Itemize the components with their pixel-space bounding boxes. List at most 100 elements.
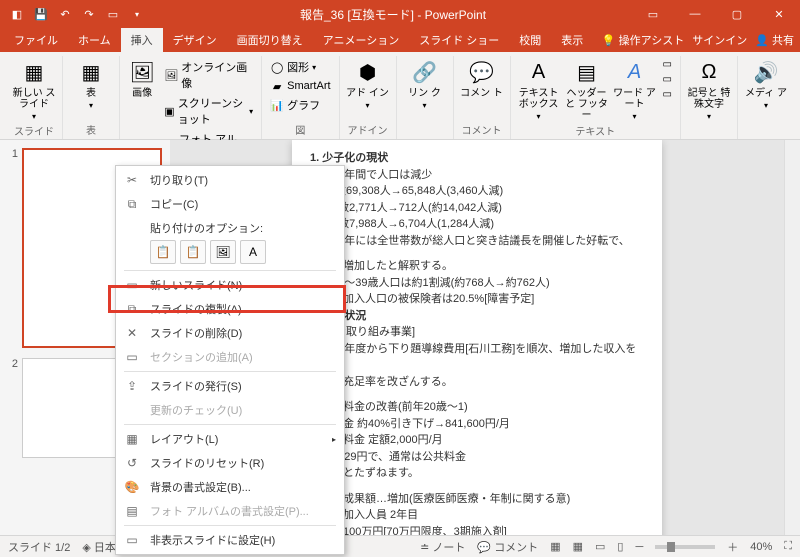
header-footer-button[interactable]: ▤ヘッダーと フッター <box>565 56 609 121</box>
maximize-button[interactable]: ▢ <box>716 0 758 28</box>
paste-keep-source-icon[interactable]: 📋 <box>150 240 176 264</box>
tell-me[interactable]: 💡 操作アシスト <box>602 32 684 48</box>
page-text: 2. 財政状況 <box>310 308 644 325</box>
cm-copy[interactable]: ⧉コピー(C) <box>116 192 344 216</box>
cm-publish-slide[interactable]: ⇪スライドの発行(S) <box>116 374 344 398</box>
cm-duplicate-slide[interactable]: ⧉スライドの複製(A) <box>116 297 344 321</box>
view-sorter-icon[interactable]: ▦ <box>573 540 583 553</box>
view-normal-icon[interactable]: ▦ <box>550 540 560 553</box>
shapes-icon: ◯ <box>270 60 284 74</box>
wordart-icon: A <box>621 58 649 86</box>
table-button[interactable]: ▦表▾ <box>69 56 113 110</box>
screenshot-icon: ▣ <box>164 104 174 118</box>
group-addins-label: アドイン <box>348 120 388 139</box>
zoom-in-button[interactable]: ＋ <box>727 539 738 555</box>
wordart-button[interactable]: Aワード アート▾ <box>613 56 657 121</box>
paste-picture-icon[interactable]: 🖼 <box>210 240 236 264</box>
group-comment-label: コメント <box>462 120 502 139</box>
tab-view[interactable]: 表示 <box>551 28 593 52</box>
paste-text-icon[interactable]: A <box>240 240 266 264</box>
page-text: 月額2229円で、通常は公共料金 <box>310 449 644 466</box>
cm-delete-slide[interactable]: ✕スライドの削除(D) <box>116 321 344 345</box>
text-more-3[interactable]: ▭ <box>661 88 674 101</box>
page-text: ・20歳～39歳人口は約1割減(約768人→約762人) <box>310 275 644 292</box>
close-button[interactable]: ✕ <box>758 0 800 28</box>
page-text: 1. 少子化の現状 <box>310 150 644 167</box>
shapes-button[interactable]: ◯図形▾ <box>268 58 332 76</box>
paste-use-dest-icon[interactable]: 📋 <box>180 240 206 264</box>
new-slide-button[interactable]: ▦新しい スライド▾ <box>12 56 56 121</box>
page-text: 年 少 数7,988人→6,704人(1,284人減) <box>310 216 644 233</box>
chart-button[interactable]: 📊グラフ <box>268 96 332 114</box>
undo-icon[interactable]: ↶ <box>54 3 76 25</box>
zoom-level[interactable]: 40% <box>750 541 772 553</box>
smartart-icon: ▰ <box>270 79 284 93</box>
ribbon-options-icon[interactable]: ▭ <box>632 0 674 28</box>
text-more-2[interactable]: ▭ <box>661 73 674 86</box>
symbol-icon: Ω <box>695 58 723 86</box>
window-title: 報告_36 [互換モード] - PowerPoint <box>154 6 632 23</box>
picture-icon: 🖼 <box>128 58 156 86</box>
cm-reset-slide[interactable]: ↺スライドのリセット(R) <box>116 451 344 475</box>
delete-icon: ✕ <box>124 326 140 340</box>
page-text: 平成14年には全世帯数が総人口と突き詰議長を開催した好転で、 <box>310 233 644 250</box>
online-picture-icon: 🖼 <box>164 68 178 82</box>
zoom-out-button[interactable]: ─ <box>635 541 643 553</box>
cm-new-slide[interactable]: ▭新しいスライド(N) <box>116 273 344 297</box>
cm-hide-slide[interactable]: ▭非表示スライドに設定(H) <box>116 528 344 552</box>
tab-file[interactable]: ファイル <box>4 28 68 52</box>
fit-to-window-icon[interactable]: ⛶ <box>784 540 792 553</box>
reset-icon: ↺ <box>124 456 140 470</box>
thumb-number: 1 <box>4 148 18 348</box>
view-reading-icon[interactable]: ▭ <box>595 540 605 553</box>
screenshot-button[interactable]: ▣スクリーンショット▾ <box>162 94 255 128</box>
vertical-scrollbar[interactable] <box>784 140 800 535</box>
slide-canvas[interactable]: 1. 少子化の現状 過去10年間で人口は減少 年 総数69,308人→65,84… <box>292 140 662 535</box>
tab-animation[interactable]: アニメーション <box>313 28 410 52</box>
status-slide-count[interactable]: スライド 1/2 <box>8 539 70 555</box>
link-button[interactable]: 🔗リン ク▾ <box>403 56 447 110</box>
qat-customize-icon[interactable]: ▾ <box>126 3 148 25</box>
page-text: [新たな取り組み事業] <box>310 324 644 341</box>
pictures-button[interactable]: 🖼画像 <box>126 56 158 99</box>
tab-design[interactable]: デザイン <box>163 28 227 52</box>
textbox-button[interactable]: Aテキスト ボックス▾ <box>517 56 561 121</box>
zoom-slider[interactable] <box>655 545 715 549</box>
smartart-button[interactable]: ▰SmartArt <box>268 78 332 94</box>
addins-button[interactable]: ⬢アド イン▾ <box>346 56 390 110</box>
group-text-label: テキスト <box>575 121 615 140</box>
redo-icon[interactable]: ↷ <box>78 3 100 25</box>
signin-link[interactable]: サインイン <box>692 32 747 48</box>
text-more-1[interactable]: ▭ <box>661 58 674 71</box>
share-button[interactable]: 👤 共有 <box>755 32 794 48</box>
comment-button[interactable]: 💬コメン ト <box>460 56 504 99</box>
page-text: 減ったとたずねます。 <box>310 465 644 482</box>
start-slideshow-icon[interactable]: ▭ <box>102 3 124 25</box>
group-illustrations-label: 図 <box>295 120 305 139</box>
tab-home[interactable]: ホーム <box>68 28 121 52</box>
cm-cut[interactable]: ✂切り取り(T) <box>116 168 344 192</box>
layout-icon: ▦ <box>124 432 140 446</box>
page-text: ・一人成果額…増加(医療医師医療・年制に関する意) <box>310 491 644 508</box>
tab-review[interactable]: 校閲 <box>509 28 551 52</box>
page-text: 中 年 数2,771人→712人(約14,042人減) <box>310 200 644 217</box>
tab-insert[interactable]: 挿入 <box>121 28 163 52</box>
tab-slideshow[interactable]: スライド ショー <box>409 28 509 52</box>
cm-layout[interactable]: ▦レイアウト(L)▸ <box>116 427 344 451</box>
status-comments-button[interactable]: 💬 コメント <box>477 539 538 555</box>
page-text: ・新規加入人員 2年目 <box>310 507 644 524</box>
background-icon: 🎨 <box>124 480 140 494</box>
symbol-button[interactable]: Ω記号と 特殊文字▾ <box>687 56 731 121</box>
media-button[interactable]: 🔊メディ ア▾ <box>744 56 788 110</box>
save-icon[interactable]: 💾 <box>30 3 52 25</box>
comment-icon: 💬 <box>468 58 496 86</box>
minimize-button[interactable]: — <box>674 0 716 28</box>
view-slideshow-icon[interactable]: ▯ <box>617 540 623 553</box>
status-notes-button[interactable]: ≐ ノート <box>420 539 465 555</box>
page-text: 水道料金 約40%引き下げ→841,600円/月 <box>310 416 644 433</box>
publish-icon: ⇪ <box>124 379 140 393</box>
tab-transition[interactable]: 画面切り替え <box>227 28 313 52</box>
online-pictures-button[interactable]: 🖼オンライン画像 <box>162 58 255 92</box>
cm-format-background[interactable]: 🎨背景の書式設定(B)... <box>116 475 344 499</box>
system-menu-icon[interactable]: ◧ <box>6 3 28 25</box>
